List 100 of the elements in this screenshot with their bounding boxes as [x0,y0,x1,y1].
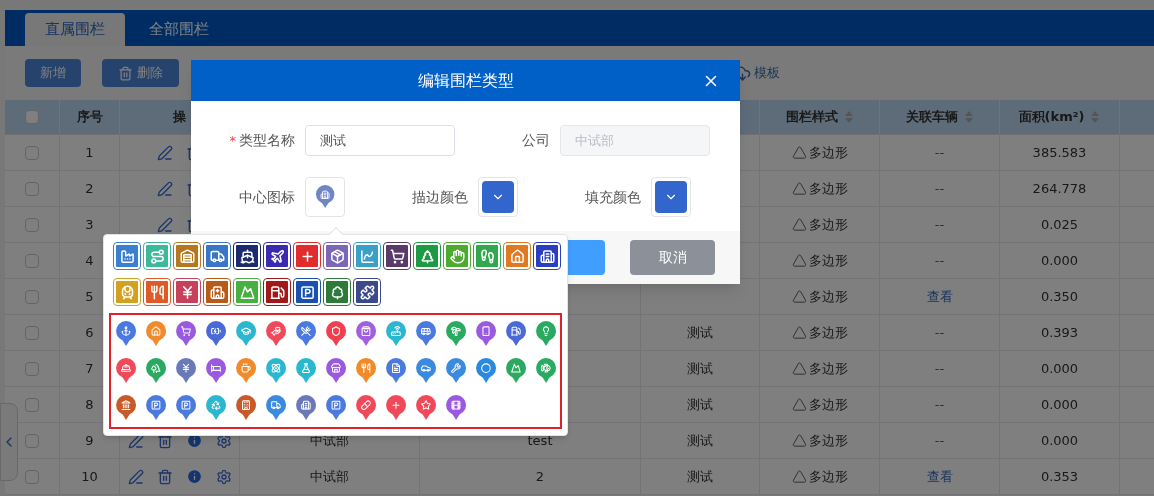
graduation-cap-marker-icon[interactable] [235,321,258,347]
mountain-marker-icon[interactable] [505,358,528,384]
bed-marker-icon[interactable] [205,358,228,384]
charging-marker-icon[interactable] [205,321,228,347]
factory-icon[interactable] [114,243,140,269]
vehicles-link[interactable]: -- [934,430,945,451]
fuel-pump-marker-icon[interactable] [505,321,528,347]
icon-picker[interactable] [305,177,345,217]
plane-icon[interactable] [264,243,290,269]
row-checkbox[interactable] [25,289,39,304]
cart-marker-icon[interactable] [175,321,198,347]
vehicles-link[interactable]: 查看 [926,286,953,307]
vehicles-link[interactable]: -- [934,358,945,379]
hospital-icon[interactable] [204,279,230,305]
cancel-button[interactable]: 取消 [630,240,715,275]
parking-marker-icon[interactable] [145,395,168,421]
anchor-marker-icon[interactable] [115,321,138,347]
fuel-pump-icon[interactable] [264,279,290,305]
hand-icon[interactable] [444,243,470,269]
vehicles-link[interactable]: -- [934,178,945,199]
row-checkbox[interactable] [25,181,39,196]
puzzle-icon[interactable] [354,279,380,305]
utensils-marker-icon[interactable] [295,321,318,347]
bag-marker-icon[interactable] [355,321,378,347]
yen-icon[interactable] [174,279,200,305]
polygon-icon [791,289,807,304]
row-checkbox[interactable] [25,253,39,268]
parking-marker-icon[interactable] [175,395,198,421]
row-checkbox[interactable] [25,145,39,160]
trash-icon [118,65,133,81]
ship-icon[interactable] [234,243,260,269]
lightbulb-marker-icon[interactable] [535,321,558,347]
pill-marker-icon[interactable] [355,395,378,421]
vehicles-link[interactable]: -- [934,214,945,235]
utensils-marker-icon[interactable] [355,358,378,384]
road-icon[interactable] [144,243,170,269]
house-marker-icon[interactable] [145,321,168,347]
yen-marker-icon[interactable] [175,358,198,384]
tab[interactable]: 全部围栏 [129,13,229,46]
building-marker-icon[interactable] [235,395,258,421]
box-icon[interactable] [324,243,350,269]
document-marker-icon[interactable] [385,358,408,384]
input-field[interactable]: 测试 [305,125,455,156]
shield-marker-icon[interactable] [325,321,348,347]
pine-tree-icon[interactable] [414,243,440,269]
table-cell-text: 385.583 [1032,143,1087,162]
parking-marker-icon[interactable] [325,395,348,421]
router-marker-icon[interactable] [385,321,408,347]
vehicles-link[interactable]: -- [934,394,945,415]
cart-icon[interactable] [384,243,410,269]
palm-tree-marker-icon[interactable] [445,321,468,347]
row-checkbox[interactable] [25,361,39,376]
vehicles-link[interactable]: -- [934,142,945,163]
bus-marker-icon[interactable] [415,321,438,347]
row-checkbox[interactable] [25,433,39,448]
bank-marker-icon[interactable] [115,395,138,421]
building-marker-icon[interactable] [314,185,336,209]
warehouse-icon[interactable] [174,243,200,269]
footprint-icon[interactable] [474,243,500,269]
truck-marker-icon[interactable] [265,395,288,421]
parking-icon[interactable] [294,279,320,305]
building-marker-icon[interactable] [295,395,318,421]
phone-marker-icon[interactable] [475,321,498,347]
truck-icon[interactable] [204,243,230,269]
row-checkbox[interactable] [25,469,39,484]
recycle-marker-icon[interactable] [205,395,228,421]
tree-icon[interactable] [324,279,350,305]
collapse-handle[interactable] [0,403,18,481]
table-cell-text: 多边形 [808,359,848,378]
car-marker-icon[interactable] [415,358,438,384]
field-label: 中心图标 [238,187,296,207]
select-all-checkbox[interactable] [25,110,39,124]
store-marker-icon[interactable] [325,358,348,384]
train-icon[interactable] [114,279,140,305]
trees-marker-icon[interactable] [145,358,168,384]
hand-heart-marker-icon[interactable] [265,321,288,347]
atom-marker-icon[interactable] [265,358,288,384]
vehicles-link[interactable]: -- [934,322,945,343]
flask-marker-icon[interactable] [295,358,318,384]
vehicles-link[interactable]: 查看 [926,466,953,487]
cross-marker-icon[interactable] [385,395,408,421]
wrench-marker-icon[interactable] [445,358,468,384]
delete-button[interactable]: 删除 [102,59,179,87]
hat-marker-icon[interactable] [115,358,138,384]
cross-icon[interactable] [294,243,320,269]
polygon-icon [791,433,807,448]
column-header: 序号 [76,108,103,127]
vehicles-link[interactable]: -- [934,250,945,271]
row-checkbox[interactable] [25,325,39,340]
dot-marker-icon[interactable] [475,358,498,384]
tab[interactable]: 直属围栏 [25,13,125,46]
building-icon[interactable] [534,243,560,269]
film-marker-icon[interactable] [445,395,468,421]
star-marker-icon[interactable] [415,395,438,421]
fish-marker-icon[interactable] [535,358,558,384]
row-checkbox[interactable] [25,397,39,412]
row-checkbox[interactable] [25,217,39,232]
add-button[interactable]: 新增 [25,59,81,87]
utensils-icon[interactable] [144,279,170,305]
coffee-marker-icon[interactable] [235,358,258,384]
